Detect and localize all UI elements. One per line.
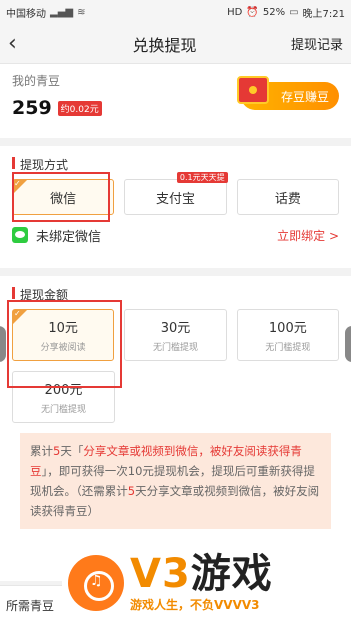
amount-desc: 无门槛提现 [265, 343, 311, 353]
amount-value: 30元 [160, 321, 191, 336]
amount-option-100[interactable]: 100元 无门槛提现 [236, 309, 339, 361]
method-label: 支付宝 [155, 191, 195, 207]
method-label: 话费 [274, 191, 301, 207]
status-bar: 中国移动 ▂▄▆ ≋ HD ⏰ 52% ▭ 晚上7:21 [0, 0, 351, 24]
notice-text: 天「 [60, 444, 84, 458]
rmb-equivalent-badge: 约0.02元 [57, 100, 102, 116]
wifi-icon: ≋ [77, 6, 86, 18]
battery-icon: ▭ [289, 6, 299, 18]
method-option-alipay[interactable]: 0.1元天天提 支付宝 [124, 172, 228, 215]
save-beans-label: 存豆赚豆 [280, 89, 329, 104]
carrier-label: 中国移动 [6, 8, 46, 20]
amount-value: 100元 [268, 321, 307, 336]
withdraw-rule-notice: 累计5天「分享文章或视频到微信，被好友阅读获得青豆」，即可获得一次10元提现机会… [20, 433, 331, 529]
treasure-chest-icon [237, 76, 269, 104]
left-scroll-handle[interactable] [0, 326, 6, 362]
v3-brand-text: V3游戏 [130, 552, 273, 596]
alarm-icon: ⏰ [246, 6, 259, 18]
nav-bar: ‹ 兑换提现 提现记录 [0, 24, 351, 64]
battery-label: 52% [262, 6, 286, 18]
my-beans-card: 我的青豆 259 约0.02元 存豆赚豆 [0, 64, 351, 138]
v3-game-watermark: ♫ V3游戏 游戏人生，不负VVVV3 [62, 540, 351, 625]
required-beans-label: 所需青豆 [6, 599, 55, 613]
v3-brand-game: 游戏 [190, 551, 273, 597]
highlight-box-wechat [12, 172, 110, 222]
highlight-box-10-yuan [7, 300, 122, 388]
page-title: 兑换提现 [132, 35, 197, 55]
promo-tag: 0.1元天天提 [176, 172, 228, 183]
withdraw-record-link[interactable]: 提现记录 [291, 34, 343, 53]
amount-option-30[interactable]: 30元 无门槛提现 [124, 309, 227, 361]
v3-slogan: 游戏人生，不负VVVV3 [130, 598, 260, 612]
amount-desc: 无门槛提现 [40, 405, 86, 415]
bind-now-link[interactable]: 立即绑定 > [277, 227, 339, 244]
time-label: 晚上7:21 [302, 8, 345, 20]
bind-status-text: 未绑定微信 [36, 229, 102, 245]
music-note-icon: ♫ [90, 572, 103, 589]
amount-desc: 无门槛提现 [152, 343, 198, 353]
signal-icon: ▂▄▆ [50, 6, 74, 18]
wechat-icon [12, 227, 28, 243]
right-scroll-handle[interactable] [345, 326, 351, 362]
save-beans-button[interactable]: 存豆赚豆 [237, 76, 339, 110]
network-label: HD [227, 6, 243, 18]
bean-amount: 259 [12, 97, 52, 119]
method-option-phone-credit[interactable]: 话费 [236, 179, 339, 215]
back-arrow-icon[interactable]: ‹ [8, 31, 38, 56]
notice-days-remaining: 5 [127, 484, 136, 498]
v3-brand-v3: V3 [130, 551, 191, 597]
v3-logo-icon: ♫ [68, 554, 124, 611]
notice-text: 累计 [30, 444, 53, 458]
